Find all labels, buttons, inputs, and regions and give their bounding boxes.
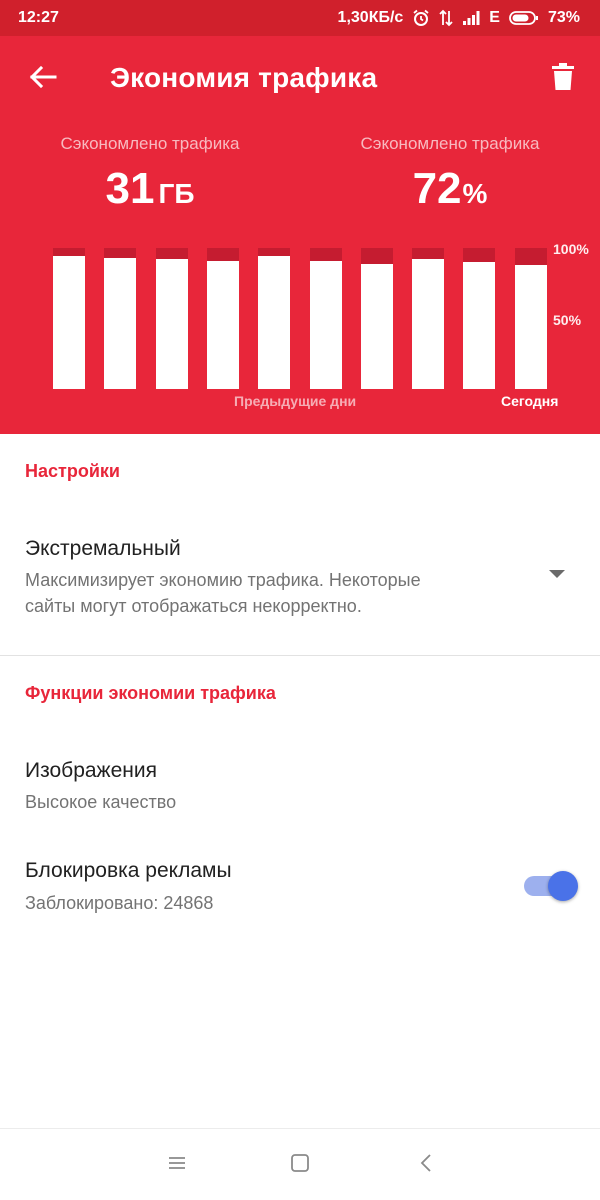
system-back-button[interactable] bbox=[406, 1147, 446, 1183]
mode-description-line1: Максимизирует экономию трафика. Некоторы… bbox=[25, 570, 421, 590]
features-section-title: Функции экономии трафика bbox=[25, 683, 276, 703]
images-value: Высокое качество bbox=[25, 792, 177, 812]
chart-bar-fill bbox=[207, 261, 239, 389]
section-divider bbox=[0, 655, 600, 656]
ad-block-toggle[interactable] bbox=[520, 869, 578, 903]
status-bar: 12:27 1,30КБ/с E 73% bbox=[0, 0, 600, 36]
status-time: 12:27 bbox=[18, 9, 59, 26]
mode-description-line2: сайты могут отображаться некорректно. bbox=[25, 596, 362, 616]
chart-bar-fill bbox=[463, 262, 495, 389]
chart-bar-fill bbox=[515, 265, 547, 389]
y-tick-label: 100% bbox=[553, 241, 589, 257]
ad-block-count: Заблокировано: 24868 bbox=[25, 893, 214, 913]
battery-level: 73% bbox=[547, 9, 580, 26]
chart-bar bbox=[104, 248, 136, 389]
y-tick-label: 50% bbox=[553, 312, 582, 328]
x-label-previous-days: Предыдущие дни bbox=[234, 393, 357, 409]
network-type: E bbox=[489, 9, 500, 26]
chart-bar-fill bbox=[412, 259, 444, 389]
battery-icon bbox=[509, 10, 539, 26]
back-icon bbox=[419, 1153, 433, 1178]
menu-icon bbox=[167, 1155, 187, 1176]
network-speed: 1,30КБ/с bbox=[337, 9, 404, 26]
data-transfer-icon bbox=[439, 9, 453, 27]
chart-bar-fill bbox=[258, 256, 290, 389]
chart-bar-fill bbox=[361, 264, 393, 389]
chart-bar-fill bbox=[53, 256, 85, 389]
chart-bar-fill bbox=[156, 259, 188, 389]
chart-bar bbox=[412, 248, 444, 389]
dropdown-arrow-icon[interactable] bbox=[549, 570, 565, 578]
data-saver-header: Экономия трафика Сэкономлено трафика 31 Г… bbox=[0, 36, 600, 434]
mode-title: Экстремальный bbox=[25, 537, 181, 560]
chart-bar bbox=[258, 248, 290, 389]
chart-bar bbox=[361, 248, 393, 389]
chart-bar bbox=[53, 248, 85, 389]
alarm-icon bbox=[412, 9, 430, 27]
data-saver-screen: 12:27 1,30КБ/с E 73% Экономия трафика Сэ… bbox=[0, 0, 600, 1200]
savings-bar-chart: 100% 50% Предыдущие дни Сегодня bbox=[0, 36, 600, 434]
x-label-today: Сегодня bbox=[501, 393, 559, 409]
ad-block-title: Блокировка рекламы bbox=[25, 859, 232, 882]
images-title: Изображения bbox=[25, 759, 157, 782]
chart-bar-fill bbox=[104, 258, 136, 389]
system-navigation-bar bbox=[0, 1128, 600, 1200]
settings-section-title: Настройки bbox=[25, 461, 120, 481]
recent-apps-button[interactable] bbox=[157, 1147, 197, 1183]
chart-bar bbox=[156, 248, 188, 389]
home-button[interactable] bbox=[280, 1147, 320, 1183]
chart-bar bbox=[515, 248, 547, 389]
home-icon bbox=[290, 1153, 310, 1178]
chart-bar bbox=[463, 248, 495, 389]
chart-bar bbox=[207, 248, 239, 389]
status-icons: 1,30КБ/с E 73% bbox=[338, 9, 580, 27]
chart-bar bbox=[310, 248, 342, 389]
signal-icon bbox=[462, 10, 480, 26]
toggle-thumb bbox=[548, 871, 578, 901]
chart-bar-fill bbox=[310, 261, 342, 389]
